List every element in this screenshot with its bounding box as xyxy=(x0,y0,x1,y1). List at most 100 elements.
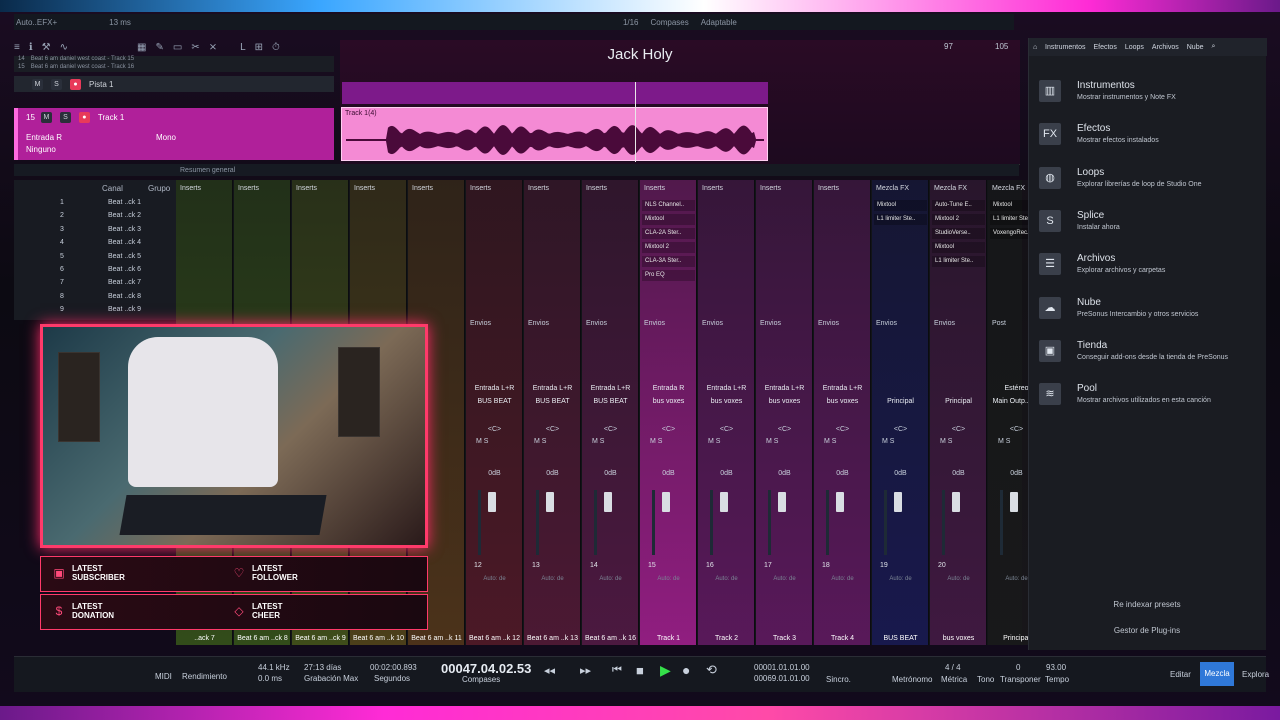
stop-icon[interactable]: ■ xyxy=(636,663,644,678)
insert-plugin[interactable]: L1 limiter Ste.. xyxy=(874,214,927,225)
automation-mode[interactable]: Auto: de xyxy=(756,576,813,582)
mute-solo[interactable]: M S xyxy=(882,438,894,445)
input-route[interactable]: Entrada L+R xyxy=(582,385,639,392)
tool-icon[interactable]: ⚒ xyxy=(42,42,51,53)
automation-mode[interactable]: Auto: de xyxy=(930,576,987,582)
input-route[interactable]: Entrada L+R xyxy=(524,385,581,392)
edit-button[interactable]: Editar xyxy=(1170,670,1191,679)
sends-label[interactable]: Envios xyxy=(934,320,955,327)
insert-plugin[interactable]: Mixtool xyxy=(932,242,985,253)
mute-button[interactable]: M xyxy=(40,112,52,123)
channel-name[interactable]: bus voxes xyxy=(930,635,987,642)
inserts-label[interactable]: Inserts xyxy=(586,185,607,192)
mixer-strip[interactable]: Inserts Envios Entrada L+R bus voxes 0dB M S A… xyxy=(756,180,813,645)
volume-fader[interactable] xyxy=(546,492,554,512)
channel-name[interactable]: Track 4 xyxy=(814,635,871,642)
info-icon[interactable]: ℹ xyxy=(29,42,33,53)
mute-solo[interactable]: M S xyxy=(998,438,1010,445)
inserts-label[interactable]: Inserts xyxy=(470,185,491,192)
pencil-icon[interactable]: ✎ xyxy=(155,42,163,53)
volume-fader[interactable] xyxy=(488,492,496,512)
insert-plugin[interactable]: Auto-Tune E.. xyxy=(932,200,985,211)
rewind-icon[interactable]: ◂◂ xyxy=(544,664,555,677)
to-start-icon[interactable]: ⏮ xyxy=(612,664,622,677)
channel-row[interactable]: 9 Beat ..ck 9 xyxy=(60,306,141,313)
browser-item[interactable]: S Splice Instalar ahora xyxy=(1039,208,1259,248)
automation-mode[interactable]: Auto: de xyxy=(640,576,697,582)
output-bus[interactable]: bus voxes xyxy=(756,398,813,405)
track-1-header[interactable]: 15 M S ● Track 1 Entrada R Mono Ninguno xyxy=(14,108,334,160)
output-bus[interactable]: BUS BEAT xyxy=(524,398,581,405)
browser-item[interactable]: ◍ Loops Explorar librerías de loop de Stud… xyxy=(1039,165,1259,205)
mixer-strip[interactable]: Inserts Envios Entrada L+R bus voxes 0dB M S A… xyxy=(698,180,755,645)
channel-row[interactable]: 8 Beat ..ck 8 xyxy=(60,293,141,300)
transpose-value[interactable]: 0 xyxy=(1016,663,1020,672)
mute-solo[interactable]: M S xyxy=(824,438,836,445)
channel-name[interactable]: Beat 6 am ..k 11 xyxy=(408,635,465,642)
pan-control[interactable]: <C> xyxy=(756,426,813,433)
sends-label[interactable]: Envios xyxy=(876,320,897,327)
channel-row[interactable]: 1 Beat ..ck 1 xyxy=(60,199,141,206)
track-pista-1[interactable]: M S ● Pista 1 xyxy=(14,76,334,92)
insert-plugin[interactable]: Mixtool 2 xyxy=(932,214,985,225)
mixer-strip[interactable]: Inserts NLS Channel.. Mixtool CLA-2A Ster..… xyxy=(640,180,697,645)
tab-efectos[interactable]: Efectos xyxy=(1093,44,1116,51)
mix-button[interactable]: Mezcla xyxy=(1200,662,1234,686)
automation-mode[interactable]: Auto: de xyxy=(582,576,639,582)
volume-fader[interactable] xyxy=(952,492,960,512)
play-icon[interactable]: ▶ xyxy=(660,662,671,679)
channel-row[interactable]: 5 Beat ..ck 5 xyxy=(60,253,141,260)
output-select[interactable]: Ninguno xyxy=(26,145,326,154)
channel-name[interactable]: Beat 6 am ..k 13 xyxy=(524,635,581,642)
browser-item[interactable]: ≋ Pool Mostrar archivos utilizados en esta… xyxy=(1039,381,1259,421)
forward-icon[interactable]: ▸▸ xyxy=(580,664,591,677)
tab-nube[interactable]: Nube xyxy=(1187,44,1204,51)
automation-mode[interactable]: Auto: de xyxy=(698,576,755,582)
sends-label[interactable]: Envios xyxy=(586,320,607,327)
mute-solo[interactable]: M S xyxy=(476,438,488,445)
playhead[interactable] xyxy=(635,82,636,162)
inserts-label[interactable]: Mezcla FX xyxy=(934,185,967,192)
document-name[interactable]: Auto..EFX+ xyxy=(16,18,57,27)
mute-button[interactable]: M xyxy=(32,78,43,90)
input-select[interactable]: Entrada R xyxy=(26,133,62,142)
mute-solo[interactable]: M S xyxy=(940,438,952,445)
time-signature[interactable]: 4 / 4 xyxy=(945,663,961,672)
insert-plugin[interactable]: L1 limiter Ste.. xyxy=(932,256,985,267)
pan-control[interactable]: <C> xyxy=(466,426,523,433)
inserts-label[interactable]: Mezcla FX xyxy=(992,185,1025,192)
browser-item[interactable]: FX Efectos Mostrar efectos instalados xyxy=(1039,121,1259,161)
output-bus[interactable]: BUS BEAT xyxy=(582,398,639,405)
input-route[interactable]: Entrada L+R xyxy=(814,385,871,392)
snap-mode[interactable]: Adaptable xyxy=(701,18,737,27)
mute-solo[interactable]: M S xyxy=(766,438,778,445)
automation-mode[interactable]: Auto: de xyxy=(524,576,581,582)
automation-mode[interactable]: Auto: de xyxy=(814,576,871,582)
loop-tool-icon[interactable]: ⊞ xyxy=(255,42,263,53)
output-bus[interactable]: bus voxes xyxy=(698,398,755,405)
browser-item[interactable]: ☰ Archivos Explorar archivos y carpetas xyxy=(1039,251,1259,291)
mini-track-row[interactable]: 14 Beat 6 am daniel west coast - Track 15 xyxy=(14,56,334,64)
channel-name[interactable]: Beat 6 am ..ck 8 xyxy=(234,635,291,642)
latency-readout[interactable]: 13 ms xyxy=(109,18,131,27)
grid-icon[interactable]: ▦ xyxy=(137,42,146,53)
volume-fader[interactable] xyxy=(1010,492,1018,512)
channel-row[interactable]: 2 Beat ..ck 2 xyxy=(60,212,141,219)
pan-control[interactable]: <C> xyxy=(930,426,987,433)
volume-fader[interactable] xyxy=(836,492,844,512)
output-bus[interactable]: bus voxes xyxy=(814,398,871,405)
pan-control[interactable]: <C> xyxy=(524,426,581,433)
tempo-value[interactable]: 93.00 xyxy=(1046,663,1066,672)
channel-name[interactable]: Beat 6 am ..ck 9 xyxy=(292,635,349,642)
insert-plugin[interactable]: Mixtool xyxy=(642,214,695,225)
tab-instrumentos[interactable]: Instrumentos xyxy=(1045,44,1085,51)
insert-plugin[interactable]: Mixtool 2 xyxy=(642,242,695,253)
channel-row[interactable]: 4 Beat ..ck 4 xyxy=(60,239,141,246)
pan-control[interactable]: <C> xyxy=(872,426,929,433)
explore-button[interactable]: Explora xyxy=(1242,670,1269,679)
input-route[interactable]: Entrada R xyxy=(640,385,697,392)
mini-track-row[interactable]: 15 Beat 6 am daniel west coast - Track 16 xyxy=(14,64,334,72)
insert-plugin[interactable]: Mixtool xyxy=(874,200,927,211)
channel-row[interactable]: 3 Beat ..ck 3 xyxy=(60,226,141,233)
pan-control[interactable]: <C> xyxy=(582,426,639,433)
